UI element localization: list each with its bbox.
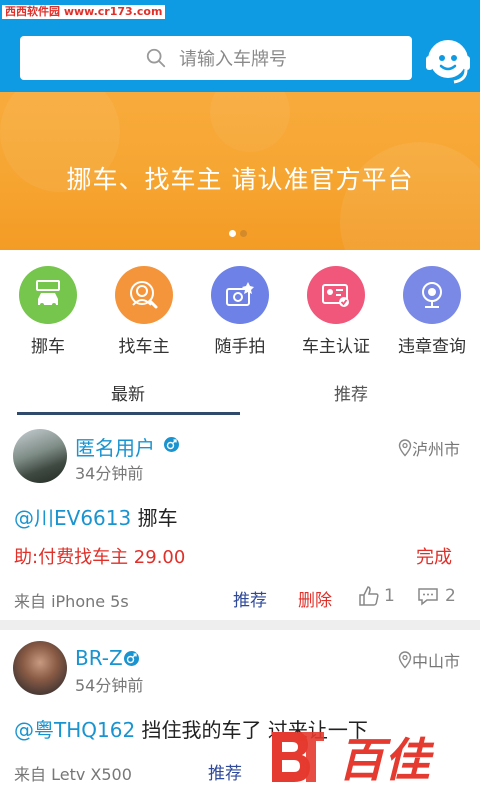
recommend-button[interactable]: 推荐 — [233, 586, 267, 611]
svg-text:百佳: 百佳 — [338, 733, 435, 787]
recommend-button[interactable]: 推荐 — [208, 759, 242, 784]
avatar[interactable] — [13, 641, 67, 695]
like-button[interactable]: 1 — [358, 585, 395, 607]
post-source: 来自 iPhone 5s — [14, 592, 129, 611]
status-bar: 西西软件园 www.cr173.com — [0, 0, 480, 26]
webcam-icon — [403, 266, 461, 324]
tab-recommended[interactable]: 推荐 — [334, 380, 368, 405]
post-card[interactable]: 匿名用户 34分钟前 泸州市 @川EV6613 挪车 助:付费找车主 29.00… — [0, 420, 480, 620]
quick-actions: 挪车 找车主 随手拍 车主认证 违章查询 — [0, 262, 480, 357]
comment-button[interactable]: 2 — [417, 585, 456, 607]
post-username[interactable]: BR-Z — [75, 646, 123, 670]
quick-action-label: 挪车 — [31, 337, 65, 357]
watermark-text: 西西软件园 www.cr173.com — [2, 5, 166, 19]
id-card-icon — [307, 266, 365, 324]
watermark-logo: 百佳 — [268, 724, 458, 790]
avatar[interactable] — [13, 429, 67, 483]
banner-slogan: 挪车、找车主 请认准官方平台 — [66, 165, 414, 194]
like-count: 1 — [384, 586, 395, 606]
feed-tabs: 最新 推荐 — [0, 370, 480, 416]
post-fee: 助:付费找车主 29.00 — [14, 547, 186, 568]
tab-latest[interactable]: 最新 — [111, 380, 145, 405]
status-badge: 完成 — [416, 547, 452, 568]
comment-icon — [418, 588, 438, 606]
post-source: 来自 Letv X500 — [14, 765, 132, 784]
post-content: @川EV6613 挪车 — [14, 502, 178, 531]
quick-action-find-owner[interactable]: 找车主 — [96, 262, 192, 357]
quick-action-snap[interactable]: 随手拍 — [192, 262, 288, 357]
quick-action-label: 违章查询 — [398, 337, 466, 357]
location-text: 泸州市 — [412, 440, 461, 459]
quick-action-label: 找车主 — [118, 337, 170, 357]
plate-mention[interactable]: @粤THQ162 — [14, 718, 135, 742]
thumbs-up-icon — [359, 586, 379, 606]
customer-service-icon[interactable] — [424, 34, 472, 86]
male-icon — [164, 437, 179, 452]
promo-banner[interactable]: 挪车、找车主 请认准官方平台 — [0, 92, 480, 250]
post-time: 54分钟前 — [75, 676, 144, 695]
quick-action-move-car[interactable]: 挪车 — [0, 262, 96, 357]
location-pin-icon — [398, 439, 412, 457]
search-icon — [146, 48, 166, 68]
app-header: 请输入车牌号 — [0, 26, 480, 92]
find-owner-icon — [115, 266, 173, 324]
camera-icon — [211, 266, 269, 324]
search-placeholder: 请输入车牌号 — [179, 49, 287, 70]
carousel-dot-active — [229, 230, 236, 237]
post-text: 挪车 — [137, 506, 178, 530]
post-time: 34分钟前 — [75, 464, 144, 483]
card-separator — [0, 620, 480, 630]
delete-button[interactable]: 删除 — [298, 586, 332, 611]
carousel-dot — [240, 230, 247, 237]
location-text: 中山市 — [412, 652, 461, 671]
quick-action-owner-verify[interactable]: 车主认证 — [288, 262, 384, 357]
quick-action-label: 随手拍 — [214, 337, 266, 357]
post-location: 泸州市 — [398, 436, 460, 460]
quick-action-label: 车主认证 — [302, 337, 370, 357]
carousel-indicator — [229, 230, 247, 237]
plate-mention[interactable]: @川EV6613 — [14, 506, 131, 530]
male-icon — [124, 651, 139, 666]
tab-active-indicator — [17, 412, 240, 415]
plate-search-input[interactable]: 请输入车牌号 — [20, 36, 412, 80]
comment-count: 2 — [445, 586, 456, 606]
location-pin-icon — [398, 651, 412, 669]
car-sign-icon — [19, 266, 77, 324]
post-username[interactable]: 匿名用户 — [75, 432, 155, 461]
post-location: 中山市 — [398, 648, 460, 672]
quick-action-violation[interactable]: 违章查询 — [384, 262, 480, 357]
